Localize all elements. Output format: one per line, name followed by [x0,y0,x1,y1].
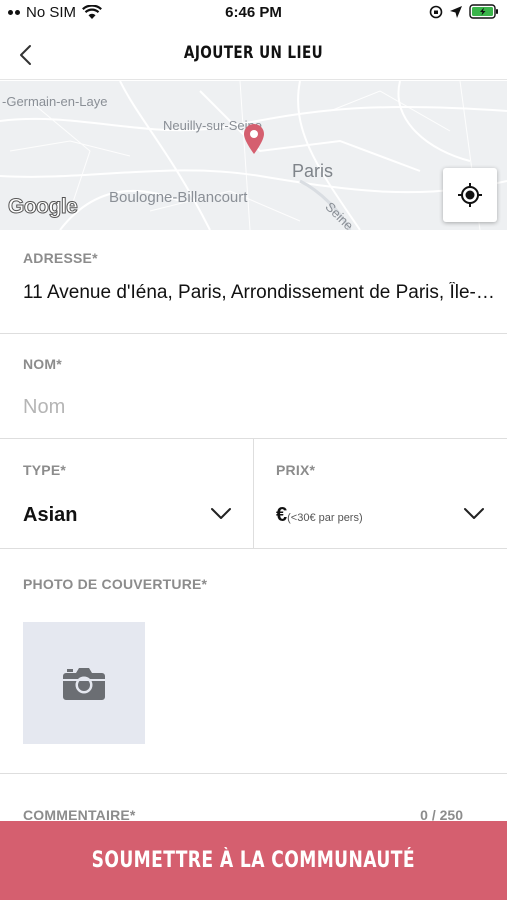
type-select[interactable]: TYPE* Asian [0,439,253,548]
address-value[interactable]: 11 Avenue d'Iéna, Paris, Arrondissement … [23,282,498,304]
name-input[interactable] [23,390,483,424]
price-label: PRIX* [276,462,316,478]
cover-photo-picker[interactable] [23,622,145,744]
map-view[interactable]: -Germain-en-Laye Neuilly-sur-Seine Paris… [0,81,507,230]
chevron-left-icon [20,45,31,65]
cover-photo-label: PHOTO DE COUVERTURE* [23,576,208,592]
google-logo: Google [7,195,78,219]
back-button[interactable] [12,40,42,70]
battery-icon [469,4,498,19]
page-title: AJOUTER UN LIEU [183,43,324,63]
price-symbol: € [276,504,288,526]
crosshair-icon [458,183,482,207]
locate-me-button[interactable] [443,168,497,222]
status-right [429,4,499,19]
map-label-boulogne: Boulogne-Billancourt [109,189,248,206]
address-label: ADRESSE* [23,250,98,266]
submit-label: SOUMETTRE À LA COMMUNAUTÉ [91,848,416,873]
divider [0,773,507,774]
price-note: (<30€ par pers) [287,512,363,524]
divider [0,548,507,549]
navigation-bar: AJOUTER UN LIEU [0,28,507,80]
type-label: TYPE* [23,462,67,478]
location-arrow-icon [450,5,462,18]
status-bar: No SIM 6:46 PM [0,0,507,28]
rotation-lock-icon [429,5,443,18]
map-pin-icon [244,124,264,154]
chevron-down-icon [211,508,231,519]
submit-button[interactable]: SOUMETTRE À LA COMMUNAUTÉ [0,821,507,900]
price-value: €(<30€ par pers) [276,504,363,527]
chevron-down-icon [464,508,484,519]
camera-icon [63,668,105,700]
map-label-saint-germain: -Germain-en-Laye [2,94,108,109]
price-select[interactable]: PRIX* €(<30€ par pers) [254,439,507,548]
map-label-paris: Paris [292,161,334,181]
name-label: NOM* [23,356,62,372]
divider [0,333,507,334]
type-value: Asian [23,504,78,526]
